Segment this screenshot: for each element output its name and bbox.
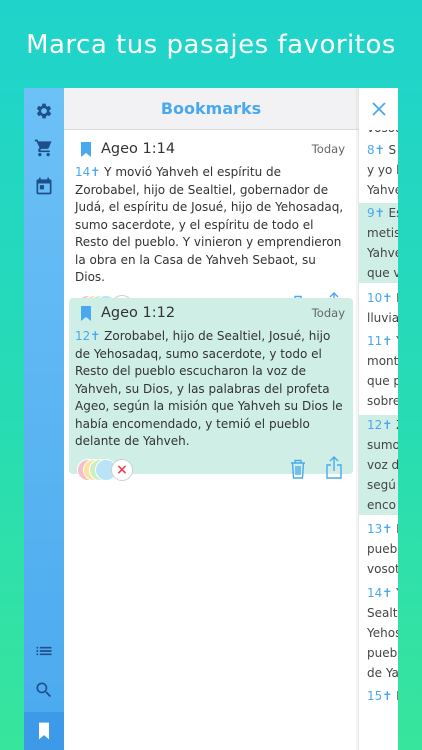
reader-line-text: enco xyxy=(367,498,396,512)
reader-line-text: I xyxy=(396,291,398,305)
reader-line-text: Yahve xyxy=(367,183,398,197)
reader-line: y yo l xyxy=(359,160,398,180)
reader-line-text: segú xyxy=(367,478,396,492)
reader-line-text: Y xyxy=(396,334,398,348)
reader-line-text: voz d xyxy=(367,458,398,472)
remove-highlight-button[interactable]: × xyxy=(111,458,133,481)
verse-number: 11✝ xyxy=(367,334,397,348)
reader-line: pueb xyxy=(359,539,398,559)
reader-line-text: lluvia xyxy=(367,311,398,325)
gear-icon xyxy=(36,103,52,119)
verse-number: 14✝ xyxy=(367,586,397,600)
reader-line: Sealt xyxy=(359,603,398,623)
reader-line: 10✝ I xyxy=(359,288,398,308)
share-icon[interactable] xyxy=(325,455,343,480)
bookmark-flag-icon xyxy=(81,305,91,321)
reader-line-text: mont xyxy=(367,354,398,368)
reader-line: Yehos xyxy=(359,623,398,643)
search-icon xyxy=(36,682,52,698)
reader-line: de Ya xyxy=(359,663,398,683)
sidebar xyxy=(24,88,64,750)
verse-number: 12✝ xyxy=(367,418,397,432)
verse-number: 14✝ xyxy=(75,165,101,179)
reader-line: que p xyxy=(359,371,398,391)
delete-bookmark-icon[interactable] xyxy=(289,458,307,480)
calendar-icon xyxy=(36,177,52,195)
reader-line-text: Yahve xyxy=(367,246,398,260)
reader-line-text: Sealt xyxy=(367,606,398,620)
reader-line-text: metis xyxy=(367,226,398,240)
reader-line-text: vosot xyxy=(367,562,398,576)
reader-line: 9✝ Es xyxy=(359,203,398,223)
bookmark-reference[interactable]: Ageo 1:12 xyxy=(101,305,175,321)
bookmarks-header: Bookmarks xyxy=(64,88,358,130)
reader-line: voz d xyxy=(359,455,398,475)
bookmark-reference[interactable]: Ageo 1:14 xyxy=(101,141,175,157)
bookmarks-panel: Bookmarks Ageo 1:14 Today 14✝ Y movió Ya… xyxy=(64,88,358,750)
remove-icon: × xyxy=(116,461,128,478)
reader-line: Yahve xyxy=(359,243,398,263)
bookmark-verse-text: 12✝ Zorobabel, hijo de Sealtiel, Josué, … xyxy=(75,329,343,448)
reader-panel[interactable]: vosot8✝ Sy yo lYahve9✝ EsmetisYahveque v… xyxy=(358,88,398,750)
reader-line-text: sumo xyxy=(367,438,398,452)
reader-line: Yahve xyxy=(359,180,398,200)
close-icon xyxy=(372,102,386,116)
reader-line-text: sobre xyxy=(367,394,398,408)
reader-line: metis xyxy=(359,223,398,243)
reader-line: 11✝ Y xyxy=(359,331,398,351)
reader-line-text: que p xyxy=(367,374,398,388)
reader-line-text: Es xyxy=(388,206,398,220)
highlight-color-picker[interactable]: × xyxy=(77,458,137,481)
reader-line: sobre xyxy=(359,391,398,411)
reader-line: vosot xyxy=(359,559,398,579)
bookmark-verse-text: 14✝ Y movió Yahveh el espíritu de Zoroba… xyxy=(75,165,344,284)
contents-button[interactable] xyxy=(24,636,64,666)
verse-number: 10✝ xyxy=(367,291,397,305)
reader-line-text: E xyxy=(396,689,398,703)
reader-line: pueb xyxy=(359,643,398,663)
bookmark-date: Today xyxy=(311,142,345,156)
reader-line-text: Z xyxy=(396,418,398,432)
reader-line-text: Yehos xyxy=(367,626,398,640)
reader-line: sumo xyxy=(359,435,398,455)
search-button[interactable] xyxy=(24,675,64,705)
reader-line: mont xyxy=(359,351,398,371)
list-icon xyxy=(36,646,52,656)
reader-line: 12✝ Z xyxy=(359,415,398,435)
reader-line: 14✝ Y xyxy=(359,583,398,603)
settings-button[interactable] xyxy=(24,96,64,126)
reader-line-text: pueb xyxy=(367,646,398,660)
verse-number: 13✝ xyxy=(367,522,397,536)
store-button[interactable] xyxy=(24,133,64,163)
verse-number: 9✝ xyxy=(367,206,389,220)
bookmarks-button[interactable] xyxy=(24,712,64,750)
headline: Marca tus pasajes favoritos xyxy=(26,30,396,60)
reader-line: enco xyxy=(359,495,398,515)
reader-line-text: pueb xyxy=(367,542,398,556)
bookmark-date: Today xyxy=(311,306,345,320)
bookmark-icon xyxy=(39,722,49,740)
reader-line: 13✝ I xyxy=(359,519,398,539)
reader-line-text: de Ya xyxy=(367,666,398,680)
verse-number: 8✝ xyxy=(367,143,389,157)
verse-number: 15✝ xyxy=(367,689,397,703)
reader-line: que v xyxy=(359,263,398,283)
reader-line: lluvia xyxy=(359,308,398,328)
reader-line-text: Y xyxy=(396,586,398,600)
reader-line: 15✝ E xyxy=(359,686,398,706)
cart-icon xyxy=(34,139,52,157)
close-button[interactable] xyxy=(359,88,398,130)
calendar-button[interactable] xyxy=(24,171,64,201)
bookmark-card[interactable]: Ageo 1:12 Today 12✝ Zorobabel, hijo de S… xyxy=(69,298,353,481)
reader-line: segú xyxy=(359,475,398,495)
bookmark-flag-icon xyxy=(81,141,91,157)
reader-line-text: S xyxy=(388,143,397,157)
verse-number: 12✝ xyxy=(75,329,101,343)
bookmark-card[interactable]: Ageo 1:14 Today 14✝ Y movió Yahveh el es… xyxy=(69,134,353,317)
reader-line: 8✝ S xyxy=(359,140,398,160)
bookmarks-title: Bookmarks xyxy=(160,99,262,118)
reader-line-text: que v xyxy=(367,266,398,280)
reader-line-text: y yo l xyxy=(367,163,398,177)
reader-line-text: I xyxy=(396,522,398,536)
